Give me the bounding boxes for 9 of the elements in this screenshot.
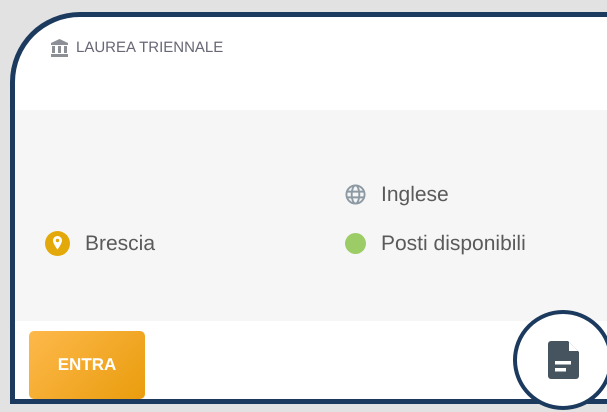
globe-icon [345, 184, 366, 205]
document-icon [548, 341, 578, 379]
language-text: Inglese [381, 182, 449, 206]
location-text: Brescia [85, 232, 156, 256]
bank-icon [51, 39, 68, 57]
enter-button[interactable]: ENTRA [29, 331, 145, 399]
degree-type: LAUREA TRIENNALE [76, 38, 224, 58]
availability-text: Posti disponibili [381, 232, 526, 256]
location-pin-icon [45, 231, 70, 256]
